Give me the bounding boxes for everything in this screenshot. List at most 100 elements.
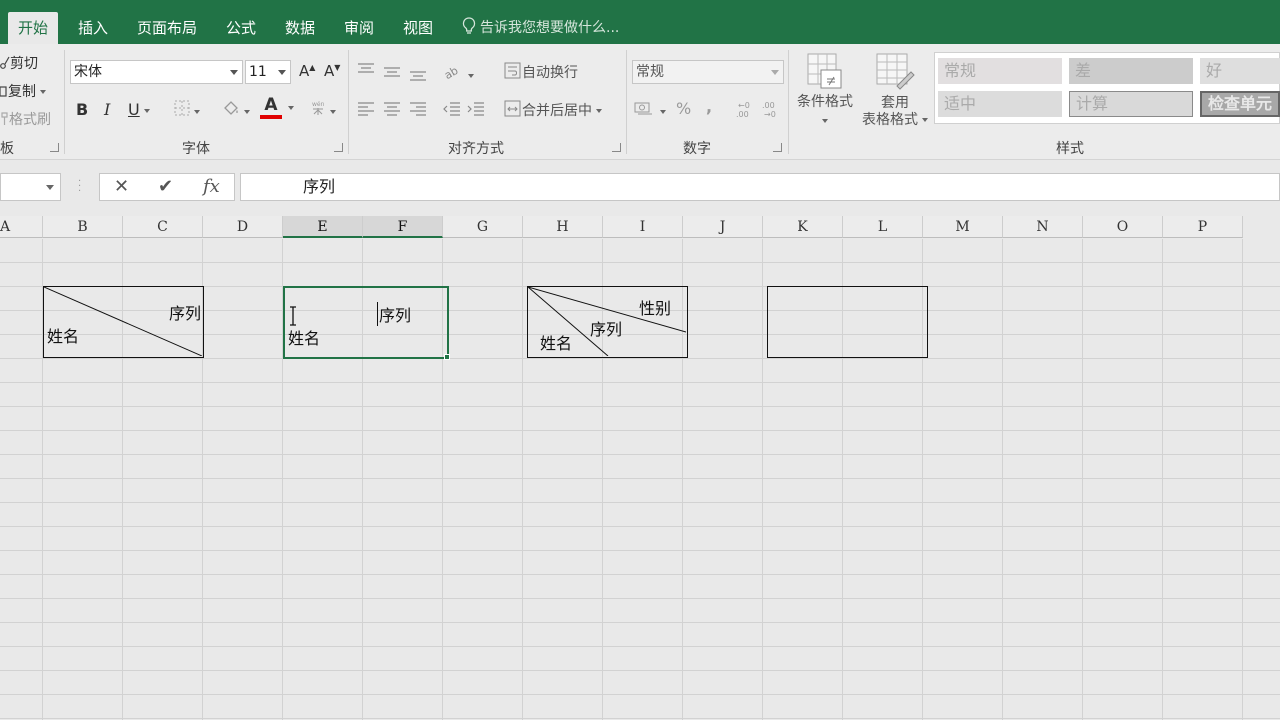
merge-center-button[interactable]: 合并后居中 <box>504 100 602 120</box>
grip-handle[interactable]: · · · <box>78 177 81 197</box>
style-good[interactable]: 好 <box>1200 58 1280 84</box>
cut-button[interactable]: 剪切 <box>0 53 38 73</box>
wrap-text-button[interactable]: 自动换行 <box>504 62 578 82</box>
phonetic-guide-button[interactable]: wén <box>310 100 336 120</box>
chevron-down-icon <box>40 90 46 94</box>
column-header-j[interactable]: J <box>683 216 763 238</box>
chevron-down-icon[interactable] <box>771 70 779 75</box>
shrink-font-icon: A <box>324 62 335 80</box>
underline-label: U <box>128 100 140 119</box>
column-header-f[interactable]: F <box>363 216 443 238</box>
format-painter-label: 格式刷 <box>9 112 51 128</box>
fill-color-button[interactable] <box>222 100 250 120</box>
column-header-d[interactable]: D <box>203 216 283 238</box>
clipboard-group-label: 板 <box>0 141 14 157</box>
borders-button[interactable] <box>174 100 200 120</box>
borders-icon <box>174 100 190 116</box>
column-header-l[interactable]: L <box>843 216 923 238</box>
name-box[interactable] <box>0 173 61 201</box>
cell-grid[interactable]: 序列 姓名 序列 姓名 性别 序列 姓名 <box>0 239 1280 720</box>
group-divider <box>64 50 65 154</box>
format-painter-button[interactable]: 格式刷 <box>0 109 51 129</box>
style-neutral[interactable]: 适中 <box>938 91 1062 117</box>
column-header-n[interactable]: N <box>1003 216 1083 238</box>
underline-button[interactable]: U <box>128 100 150 119</box>
grow-font-button[interactable]: A▲ <box>299 62 315 80</box>
chevron-down-icon <box>468 74 474 78</box>
column-header-m[interactable]: M <box>923 216 1003 238</box>
style-bad[interactable]: 差 <box>1069 58 1193 84</box>
tab-insert[interactable]: 插入 <box>68 12 118 44</box>
header-label-bottom: 姓名 <box>47 327 80 346</box>
tab-page-layout[interactable]: 页面布局 <box>128 12 206 44</box>
chevron-down-icon[interactable] <box>288 106 294 110</box>
worksheet: ABCDEFGHIJKLMNOP 序列 姓名 序列 姓名 性别 序列 姓名 <box>0 216 1280 720</box>
column-header-k[interactable]: K <box>763 216 843 238</box>
phonetic-icon: wén <box>312 101 325 115</box>
style-normal[interactable]: 常规 <box>938 58 1062 84</box>
insert-function-icon[interactable]: fx <box>203 174 220 200</box>
fill-handle[interactable] <box>444 354 450 360</box>
comma-style-button[interactable]: , <box>706 97 712 116</box>
group-divider <box>626 50 627 154</box>
active-cell[interactable]: 序列 姓名 <box>283 286 449 359</box>
italic-button[interactable]: I <box>104 100 110 119</box>
dialog-launcher-icon[interactable] <box>773 143 782 152</box>
font-color-swatch <box>260 115 282 119</box>
tab-review[interactable]: 审阅 <box>334 12 384 44</box>
svg-text:←0: ←0 <box>738 101 750 110</box>
diagonal-header-cell-2[interactable]: 性别 序列 姓名 <box>527 286 688 358</box>
column-header-b[interactable]: B <box>43 216 123 238</box>
accounting-format-button[interactable] <box>634 100 666 120</box>
chevron-down-icon[interactable] <box>230 70 238 75</box>
excel-window: { "tabs": [ {"label": "开始", "active": tr… <box>0 0 1280 720</box>
horizontal-align-icons[interactable] <box>356 100 436 118</box>
decimal-icons[interactable]: ←0.00.00→0 <box>734 100 782 120</box>
percent-button[interactable]: % <box>676 99 691 118</box>
column-header-a[interactable]: A <box>0 216 43 238</box>
style-check-cell[interactable]: 检查单元 <box>1200 91 1280 117</box>
header-label-top: 序列 <box>168 304 201 323</box>
copy-icon <box>0 86 7 97</box>
column-header-i[interactable]: I <box>603 216 683 238</box>
tab-view[interactable]: 视图 <box>393 12 443 44</box>
tab-data[interactable]: 数据 <box>275 12 325 44</box>
font-color-button[interactable]: A <box>260 96 282 119</box>
header-label-bottom: 姓名 <box>540 334 573 353</box>
chevron-down-icon[interactable] <box>278 70 286 75</box>
column-header-g[interactable]: G <box>443 216 523 238</box>
empty-bordered-cell[interactable] <box>767 286 928 358</box>
tab-home[interactable]: 开始 <box>8 12 58 44</box>
formula-input[interactable]: 序列 <box>240 173 1280 201</box>
number-format-combo[interactable]: 常规 <box>632 60 784 84</box>
indent-icons[interactable] <box>442 100 490 118</box>
format-as-table-button[interactable]: 套用 表格格式 <box>858 52 932 128</box>
scissors-icon <box>0 56 10 69</box>
tell-me-box[interactable]: 告诉我您想要做什么... <box>462 12 619 44</box>
currency-icon <box>634 102 652 115</box>
dialog-launcher-icon[interactable] <box>612 143 621 152</box>
cancel-entry-icon[interactable]: ✕ <box>114 174 129 200</box>
chevron-down-icon[interactable] <box>46 185 54 190</box>
diagonal-header-cell-1[interactable]: 序列 姓名 <box>43 286 204 358</box>
conditional-formatting-button[interactable]: 条件格式 <box>794 52 856 129</box>
orientation-button[interactable]: ab <box>442 62 474 84</box>
column-header-h[interactable]: H <box>523 216 603 238</box>
font-color-icon: A <box>264 95 278 115</box>
vertical-align-icons[interactable] <box>356 62 436 82</box>
copy-button[interactable]: 复制 <box>0 81 46 101</box>
font-name-combo[interactable]: 宋体 <box>70 60 243 84</box>
confirm-entry-icon[interactable]: ✔ <box>158 174 173 200</box>
column-header-c[interactable]: C <box>123 216 203 238</box>
dialog-launcher-icon[interactable] <box>334 143 343 152</box>
column-header-p[interactable]: P <box>1163 216 1243 238</box>
shrink-font-button[interactable]: A▼ <box>324 62 340 80</box>
style-calculation[interactable]: 计算 <box>1069 91 1193 117</box>
svg-text:.00: .00 <box>762 101 775 110</box>
bold-button[interactable]: B <box>76 100 88 119</box>
font-size-combo[interactable]: 11 <box>245 60 291 84</box>
dialog-launcher-icon[interactable] <box>50 143 59 152</box>
column-header-o[interactable]: O <box>1083 216 1163 238</box>
column-header-e[interactable]: E <box>283 216 363 238</box>
tab-formulas[interactable]: 公式 <box>216 12 266 44</box>
